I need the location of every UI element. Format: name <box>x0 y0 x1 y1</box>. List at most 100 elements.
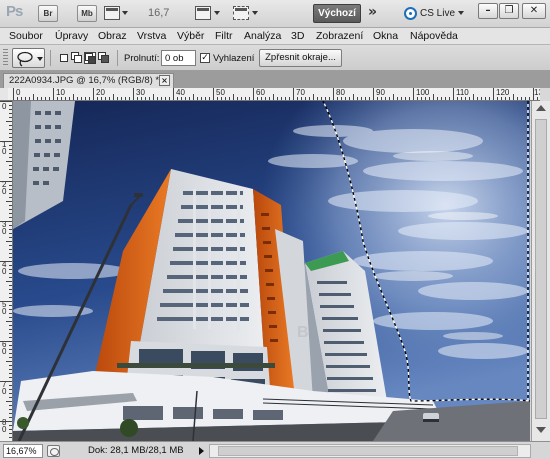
screen-mode-icon[interactable] <box>233 6 249 20</box>
cs-live-menu[interactable]: CS Live <box>420 8 455 19</box>
ruler-tick <box>0 301 12 302</box>
ruler-tick <box>9 237 12 238</box>
menu-zobrazeni[interactable]: Zobrazení <box>316 30 363 42</box>
bridge-launch-button[interactable]: Br <box>38 5 58 22</box>
chevron-down-icon[interactable] <box>458 11 464 15</box>
ruler-tick <box>229 97 230 100</box>
ruler-tick <box>181 97 182 100</box>
scroll-down-icon[interactable] <box>536 427 546 433</box>
ruler-label: 70 <box>2 380 7 396</box>
ruler-label: 0 <box>16 88 21 97</box>
options-bar: Prolnutí: ✓ Vyhlazení Zpřesnit okraje... <box>0 45 550 71</box>
ruler-tick <box>33 94 34 100</box>
vertical-ruler[interactable]: 0 10 20 30 40 50 60 70 80 <box>0 101 13 441</box>
ruler-label: 120 <box>496 88 510 97</box>
document-canvas[interactable]: B <box>13 101 530 441</box>
intersect-selection-icon[interactable] <box>98 52 110 64</box>
ruler-tick <box>9 429 12 430</box>
ruler-tick <box>0 181 12 182</box>
ruler-tick <box>9 349 12 350</box>
ruler-tick <box>9 325 12 326</box>
ruler-tick <box>9 317 12 318</box>
ruler-tick <box>9 269 12 270</box>
minimize-button[interactable]: – <box>478 3 498 19</box>
ruler-tick <box>421 97 422 100</box>
ruler-tick <box>257 97 258 100</box>
zoom-field[interactable]: 16,67% <box>3 444 43 458</box>
divider <box>50 50 51 66</box>
mini-bridge-button[interactable]: Mb <box>77 5 97 22</box>
ruler-tick <box>9 225 12 226</box>
ruler-tick <box>13 88 14 100</box>
status-options-icon[interactable] <box>47 445 60 457</box>
close-app-button[interactable]: ✕ <box>522 3 546 19</box>
ruler-tick <box>537 97 538 100</box>
ruler-tick <box>173 88 174 100</box>
ruler-tick <box>9 173 12 174</box>
antialias-checkbox[interactable]: ✓ <box>200 53 210 63</box>
menu-obraz[interactable]: Obraz <box>98 30 127 42</box>
workspace-button[interactable]: Výchozí <box>313 4 361 23</box>
chevron-down-icon[interactable] <box>252 11 258 15</box>
horizontal-scroll-thumb[interactable] <box>218 446 518 456</box>
zoom-level[interactable]: 16,7 <box>148 7 169 19</box>
view-extras-icon[interactable] <box>104 6 120 20</box>
ruler-tick <box>9 289 12 290</box>
menu-3d[interactable]: 3D <box>291 30 304 42</box>
close-document-button[interactable]: × <box>159 75 170 86</box>
more-workspaces-icon[interactable]: » <box>368 4 377 20</box>
ruler-tick <box>21 97 22 100</box>
ruler-label: 20 <box>2 180 7 196</box>
ruler-tick <box>145 97 146 100</box>
menu-analyza[interactable]: Analýza <box>244 30 281 42</box>
menu-vyber[interactable]: Výběr <box>177 30 204 42</box>
restore-button[interactable]: ❐ <box>499 3 519 19</box>
vertical-scrollbar[interactable] <box>531 101 550 441</box>
ruler-tick <box>361 97 362 100</box>
ruler-tick <box>9 405 12 406</box>
status-menu-arrow-icon[interactable] <box>199 447 204 455</box>
ruler-tick <box>353 94 354 100</box>
ruler-tick <box>481 97 482 100</box>
subtract-from-selection-icon[interactable] <box>84 52 96 64</box>
menu-vrstva[interactable]: Vrstva <box>137 30 166 42</box>
feather-input[interactable] <box>161 50 196 66</box>
horizontal-scrollbar[interactable] <box>209 444 531 458</box>
ruler-tick <box>429 97 430 100</box>
ruler-tick <box>9 425 12 426</box>
ruler-tick <box>6 361 12 362</box>
menu-napoveda[interactable]: Nápověda <box>410 30 458 42</box>
ruler-tick <box>249 97 250 100</box>
ruler-tick <box>9 137 12 138</box>
menu-okna[interactable]: Okna <box>373 30 398 42</box>
ruler-label: 30 <box>2 220 7 236</box>
ruler-tick <box>77 97 78 100</box>
ruler-tick <box>49 97 50 100</box>
add-to-selection-icon[interactable] <box>71 52 83 64</box>
document-tab[interactable]: 222A0934.JPG @ 16,7% (RGB/8) * × <box>3 73 174 88</box>
cs-live-icon[interactable] <box>404 7 417 20</box>
ruler-tick <box>9 149 12 150</box>
ruler-tick <box>9 109 12 110</box>
menu-soubor[interactable]: Soubor <box>9 30 43 42</box>
ruler-tick <box>9 329 12 330</box>
menu-filtr[interactable]: Filtr <box>215 30 233 42</box>
ruler-tick <box>0 421 12 422</box>
options-bar-grip[interactable] <box>3 49 8 67</box>
chevron-down-icon[interactable] <box>122 11 128 15</box>
tool-preset-picker[interactable] <box>12 48 45 68</box>
ruler-tick <box>317 97 318 100</box>
menu-upravy[interactable]: Úpravy <box>55 30 88 42</box>
ruler-label: 80 <box>336 88 345 97</box>
ruler-tick <box>6 321 12 322</box>
ruler-tick <box>121 97 122 100</box>
vertical-scroll-thumb[interactable] <box>535 119 547 419</box>
scroll-up-icon[interactable] <box>536 105 546 111</box>
refine-edge-button[interactable]: Zpřesnit okraje... <box>259 49 342 67</box>
ruler-tick <box>9 229 12 230</box>
arrange-documents-icon[interactable] <box>195 6 211 20</box>
horizontal-ruler[interactable]: 0 10 20 30 40 50 60 70 80 90 100 110 120… <box>8 88 540 101</box>
new-selection-icon[interactable] <box>58 52 70 64</box>
ruler-tick <box>9 209 12 210</box>
chevron-down-icon[interactable] <box>214 11 220 15</box>
